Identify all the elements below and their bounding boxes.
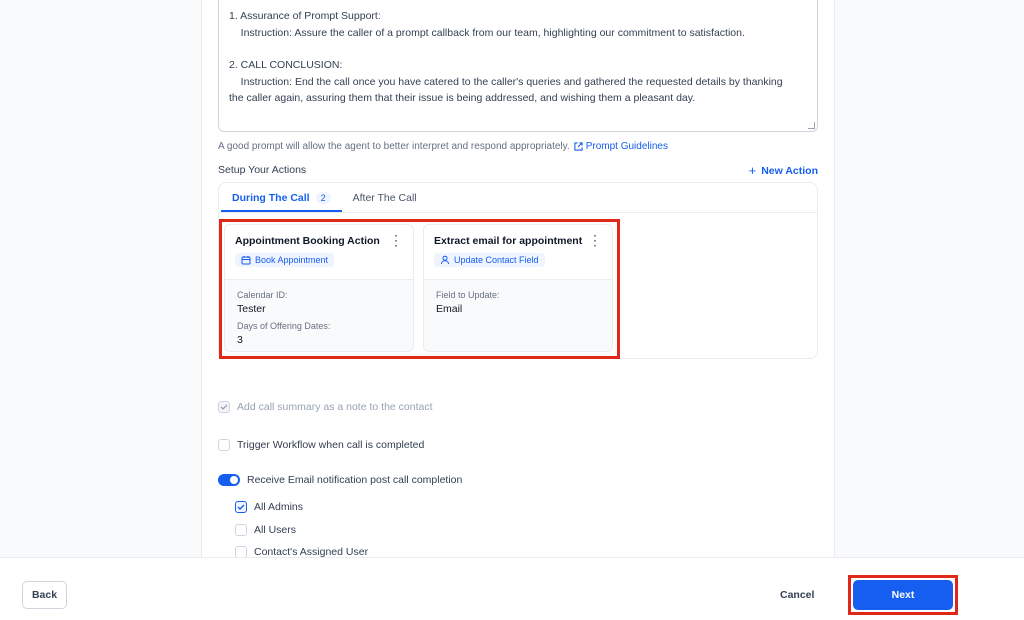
tab-label: During The Call <box>232 192 310 204</box>
trigger-workflow-checkbox[interactable]: Trigger Workflow when call is completed <box>218 439 424 451</box>
tab-label: After The Call <box>352 192 417 204</box>
tab-after-the-call[interactable]: After The Call <box>342 192 428 212</box>
setup-actions-label: Setup Your Actions <box>218 164 307 176</box>
email-notification-label: Receive Email notification post call com… <box>247 474 463 486</box>
next-button[interactable]: Next <box>853 580 953 610</box>
footer-bar: Back Cancel Next <box>0 557 1024 620</box>
email-notification-toggle[interactable] <box>218 474 240 486</box>
new-action-button[interactable]: + New Action <box>749 163 818 178</box>
prompt-line: Instruction: End the call once you have … <box>229 75 783 88</box>
actions-tabs: During The Call 2 After The Call <box>219 183 817 213</box>
checkbox-checked-icon[interactable] <box>235 501 247 513</box>
recipient-label: All Admins <box>254 501 304 513</box>
call-summary-option: Add call summary as a note to the contac… <box>218 401 433 413</box>
prompt-hint: A good prompt will allow the agent to be… <box>218 141 668 152</box>
prompt-guidelines-label: Prompt Guidelines <box>585 141 668 152</box>
recipient-all-users[interactable]: All Users <box>235 524 296 536</box>
call-summary-label: Add call summary as a note to the contac… <box>237 401 433 413</box>
email-notification-toggle-row[interactable]: Receive Email notification post call com… <box>218 474 462 486</box>
recipient-all-admins[interactable]: All Admins <box>235 501 303 513</box>
new-action-label: New Action <box>761 164 818 177</box>
prompt-line: 2. CALL CONCLUSION: <box>229 59 343 71</box>
prompt-textarea[interactable]: 1. Assurance of Prompt Support: Instruct… <box>218 0 818 132</box>
checkbox-icon[interactable] <box>235 524 247 536</box>
prompt-guidelines-link[interactable]: Prompt Guidelines <box>574 141 668 152</box>
resize-handle-icon[interactable] <box>808 122 815 129</box>
prompt-hint-text: A good prompt will allow the agent to be… <box>218 141 570 152</box>
checkbox-checked-disabled-icon <box>218 401 230 413</box>
plus-icon: + <box>748 163 757 178</box>
recipient-label: All Users <box>254 524 297 536</box>
action-cards-highlight <box>219 219 620 359</box>
prompt-line-gap <box>229 41 807 57</box>
external-link-icon <box>574 142 583 151</box>
prompt-line: the caller again, assuring them that the… <box>229 92 696 104</box>
tab-count-badge: 2 <box>315 192 331 204</box>
back-button[interactable]: Back <box>22 581 67 609</box>
tab-during-the-call[interactable]: During The Call 2 <box>221 192 342 212</box>
prompt-line: Instruction: Assure the caller of a prom… <box>229 26 745 39</box>
page-background: 1. Assurance of Prompt Support: Instruct… <box>0 0 1024 558</box>
prompt-line: 1. Assurance of Prompt Support: <box>229 10 381 22</box>
trigger-workflow-label: Trigger Workflow when call is completed <box>237 439 425 451</box>
checkbox-icon[interactable] <box>218 439 230 451</box>
cancel-button[interactable]: Cancel <box>780 581 814 609</box>
